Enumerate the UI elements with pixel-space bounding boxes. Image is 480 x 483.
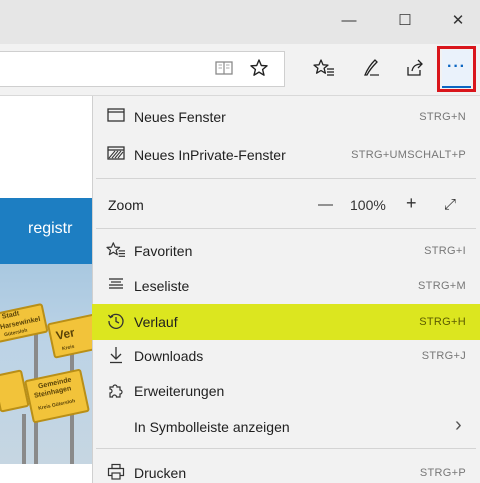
menu-item-history[interactable]: Verlauf STRG+H (92, 304, 480, 340)
menu-item-label: Neues InPrivate-Fenster (134, 147, 286, 163)
zoom-in-button[interactable]: + (406, 193, 417, 214)
more-icon: ··· (447, 58, 466, 75)
menu-item-reading-list[interactable]: Leseliste STRG+M (92, 269, 480, 303)
star-icon[interactable] (246, 58, 272, 82)
address-bar[interactable] (0, 51, 285, 87)
reading-list-icon (106, 276, 126, 296)
menu-item-print[interactable]: Drucken STRG+P (92, 456, 480, 483)
zoom-out-button[interactable]: — (318, 196, 333, 213)
more-button-underline (442, 86, 471, 88)
minimize-icon: — (341, 12, 357, 29)
print-icon (106, 463, 126, 483)
maximize-button[interactable]: ☐ (388, 8, 422, 34)
page-header-area (0, 96, 92, 198)
favorites-icon (106, 241, 126, 261)
menu-item-extensions[interactable]: Erweiterungen (92, 374, 480, 408)
close-button[interactable]: ✕ (441, 8, 475, 34)
menu-separator (96, 228, 476, 229)
menu-item-shortcut: STRG+N (419, 111, 466, 123)
download-icon (106, 346, 126, 366)
register-link[interactable]: registr (28, 220, 72, 238)
reading-view-icon[interactable] (211, 58, 237, 82)
close-icon: ✕ (451, 12, 465, 29)
menu-item-label: Favoriten (134, 243, 193, 259)
minimize-button[interactable]: — (332, 8, 366, 34)
fullscreen-button[interactable]: ⤢ (444, 196, 456, 213)
inprivate-window-icon (106, 145, 126, 165)
menu-item-new-window[interactable]: Neues Fenster STRG+N (92, 100, 480, 134)
zoom-value: 100% (350, 197, 386, 213)
menu-item-shortcut: STRG+J (421, 350, 466, 362)
menu-item-new-inprivate-window[interactable]: Neues InPrivate-Fenster STRG+UMSCHALT+P (92, 138, 480, 172)
share-icon[interactable] (402, 58, 428, 82)
sign-post (22, 414, 26, 464)
menu-item-label: In Symbolleiste anzeigen (134, 419, 290, 435)
extensions-icon (106, 381, 126, 401)
menu-item-zoom: Zoom — 100% + ⤢ (92, 188, 480, 222)
page-footer-area (0, 464, 92, 483)
menu-separator (96, 448, 476, 449)
menu-separator (96, 178, 476, 179)
menu-item-downloads[interactable]: Downloads STRG+J (92, 339, 480, 373)
menu-item-favorites[interactable]: Favoriten STRG+I (92, 234, 480, 268)
zoom-label: Zoom (108, 197, 144, 213)
menu-item-shortcut: STRG+H (419, 316, 466, 328)
history-icon (106, 312, 126, 332)
menu-item-label: Downloads (134, 348, 204, 364)
town-sign (0, 369, 30, 413)
menu-item-shortcut: STRG+P (419, 467, 466, 479)
sign-text: Ver (54, 325, 76, 343)
menu-item-shortcut: STRG+M (418, 280, 466, 292)
title-bar: — ☐ ✕ (0, 0, 480, 44)
maximize-icon: ☐ (398, 12, 412, 29)
chevron-right-icon: › (455, 414, 462, 436)
favorites-hub-icon[interactable] (311, 58, 337, 82)
more-button[interactable]: ··· (442, 50, 471, 88)
pen-icon[interactable] (358, 58, 384, 82)
menu-item-label: Erweiterungen (134, 383, 225, 399)
menu-item-label: Neues Fenster (134, 109, 226, 125)
window-icon (106, 107, 126, 127)
menu-item-label: Verlauf (134, 314, 178, 330)
page-photo: Stadt Harsewinkel Gütersloh Ver Kreis Ge… (0, 264, 92, 464)
menu-item-label: Leseliste (134, 278, 190, 294)
menu-item-show-in-toolbar[interactable]: In Symbolleiste anzeigen › (92, 410, 480, 444)
navigation-bar (0, 44, 480, 96)
menu-item-shortcut: STRG+I (424, 245, 466, 257)
menu-item-label: Drucken (134, 465, 187, 481)
menu-item-shortcut: STRG+UMSCHALT+P (351, 149, 466, 161)
